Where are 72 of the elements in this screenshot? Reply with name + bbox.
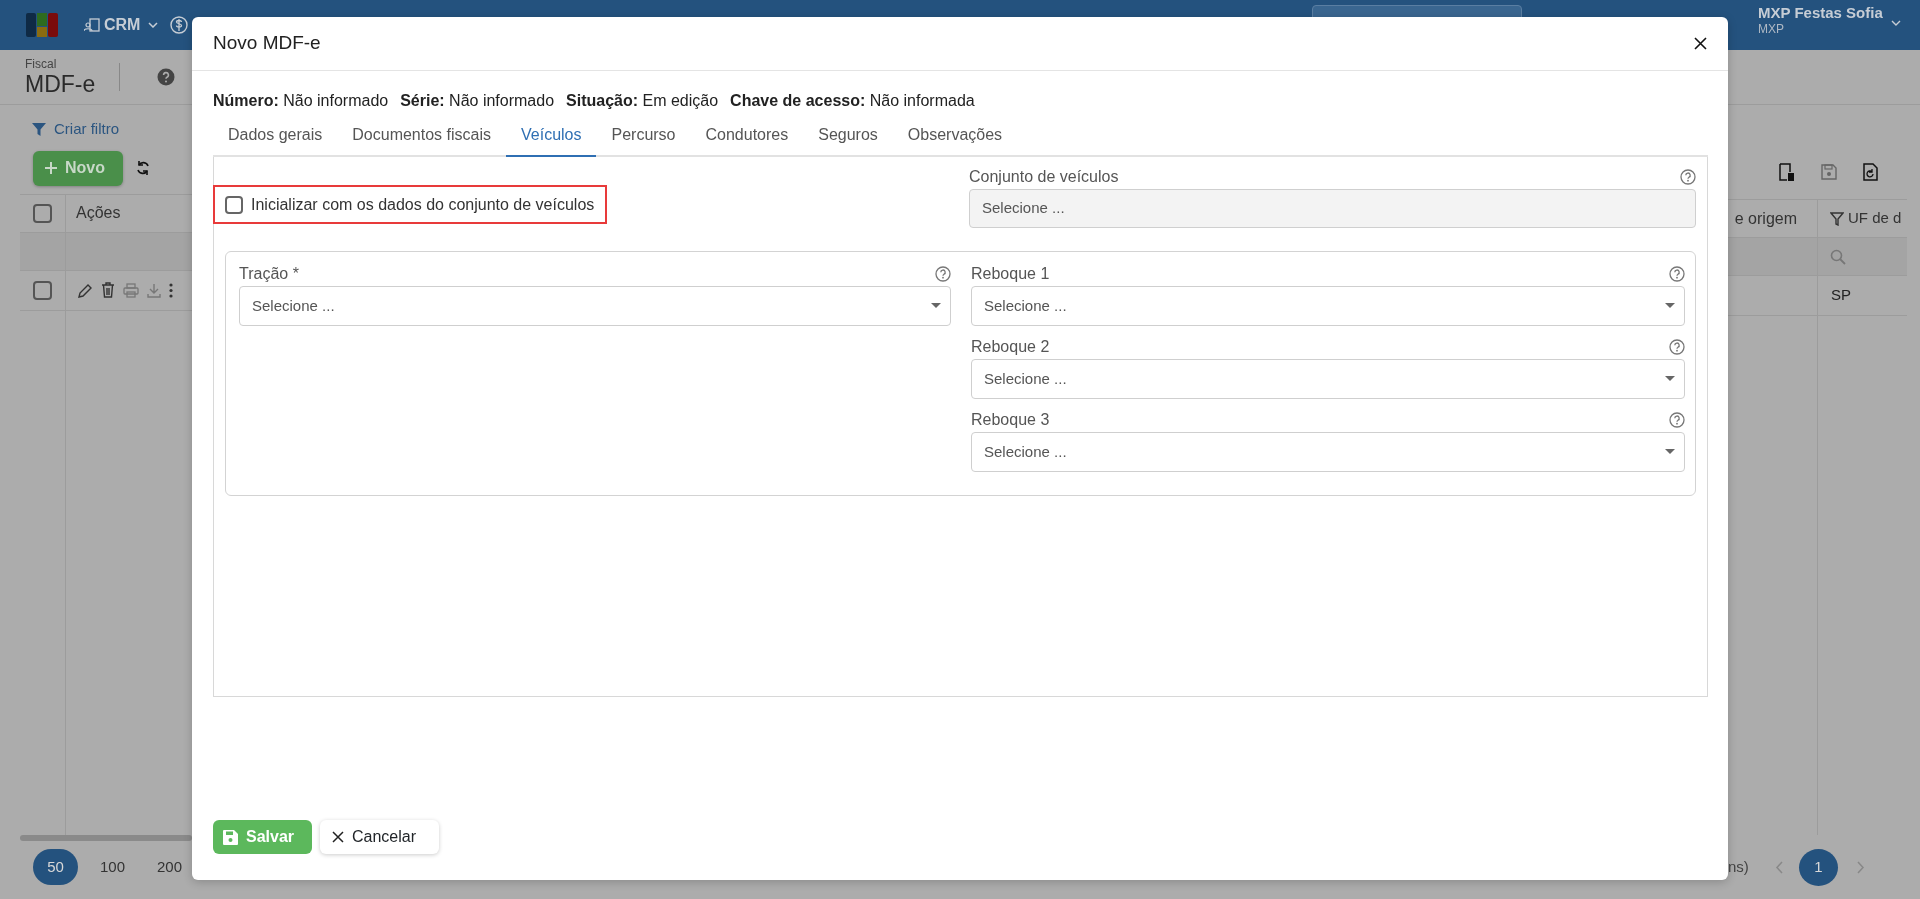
column-header[interactable]: e origem [1734, 206, 1797, 231]
info-text: Situação: Em edição [566, 91, 719, 111]
company-name: MXP [1758, 22, 1785, 36]
filter-link[interactable]: Criar filtro [32, 118, 119, 141]
close-icon [332, 831, 344, 843]
caret-icon [1665, 376, 1675, 382]
tab[interactable]: Condutores [690, 116, 804, 157]
page-size-button[interactable]: 50 [33, 849, 78, 885]
close-button[interactable] [1694, 37, 1707, 50]
kebab-icon[interactable] [169, 282, 173, 298]
info-text: Série: Não informado [400, 91, 555, 111]
help-icon[interactable] [1680, 169, 1696, 185]
help-icon[interactable] [157, 68, 176, 86]
checkbox[interactable] [33, 280, 52, 300]
help-icon[interactable] [935, 266, 951, 282]
caret-icon [931, 303, 941, 309]
document-list-icon[interactable] [1778, 162, 1795, 182]
field-label: Reboque 3 [971, 410, 1050, 430]
plus-icon [45, 162, 57, 174]
table-cell-text: SP [1831, 285, 1851, 306]
caret-icon [1665, 303, 1675, 309]
tab[interactable]: Observações [892, 116, 1018, 157]
page-button[interactable]: 1 [1798, 848, 1838, 886]
funnel-icon[interactable] [1830, 211, 1844, 226]
tab[interactable]: Percurso [596, 116, 691, 157]
info-text: Chave de acesso: Não informada [730, 91, 975, 111]
cancel-button[interactable]: Cancelar [320, 820, 439, 854]
column-header[interactable]: Ações [76, 201, 121, 225]
chevron-icon[interactable] [1890, 20, 1901, 26]
select-field[interactable]: Selecione ... [971, 286, 1685, 326]
tab[interactable]: Seguros [803, 116, 893, 157]
building-icon [84, 18, 100, 32]
funnel-icon [32, 122, 46, 136]
chevron-icon [148, 22, 159, 28]
help-icon[interactable] [1669, 266, 1685, 282]
dialog-title: Novo MDF-e [213, 32, 321, 55]
floppy-icon [223, 829, 238, 845]
pencil-icon[interactable] [78, 282, 93, 298]
help-icon[interactable] [1669, 412, 1685, 428]
tab[interactable]: Dados gerais [213, 116, 338, 157]
section-label: Fiscal [25, 57, 58, 71]
info-text: Número: Não informado [213, 91, 389, 111]
checkbox[interactable] [33, 203, 52, 223]
user-name[interactable]: MXP Festas Sofia [1758, 4, 1883, 22]
logo-icon[interactable] [26, 13, 58, 37]
scrollbar[interactable] [20, 835, 192, 841]
caret-icon [1665, 449, 1675, 455]
tab[interactable]: Veículos [506, 116, 597, 157]
column-header[interactable]: UF de d [1848, 207, 1902, 230]
page-title: MDF-e [25, 70, 96, 97]
page-size-button[interactable]: 100 [90, 849, 135, 885]
select-field[interactable]: Selecione ... [971, 432, 1685, 472]
help-icon[interactable] [1669, 339, 1685, 355]
save-icon[interactable] [1821, 164, 1837, 180]
select-field[interactable]: Selecione ... [971, 359, 1685, 399]
item-count: ns) [1728, 856, 1749, 877]
field-label: Tração * [239, 264, 299, 284]
select-field: Selecione ... [969, 189, 1696, 228]
checkbox-label[interactable]: Inicializar com os dados do conjunto de veículos [251, 192, 595, 217]
tab[interactable]: Documentos fiscais [337, 116, 506, 157]
menu-button[interactable]: CRM [84, 13, 159, 37]
dollar-icon[interactable] [170, 16, 189, 34]
page-size-button[interactable]: 200 [147, 849, 192, 885]
document-refresh-icon[interactable] [1863, 163, 1878, 181]
field-label: Conjunto de veículos [969, 167, 1119, 187]
refresh-icon[interactable] [136, 160, 150, 176]
checkbox[interactable] [225, 195, 243, 214]
field-label: Reboque 2 [971, 337, 1050, 357]
field-label: Reboque 1 [971, 264, 1050, 284]
close-icon [1694, 37, 1707, 50]
select-field[interactable]: Selecione ... [239, 286, 951, 326]
trash-icon[interactable] [101, 282, 115, 298]
